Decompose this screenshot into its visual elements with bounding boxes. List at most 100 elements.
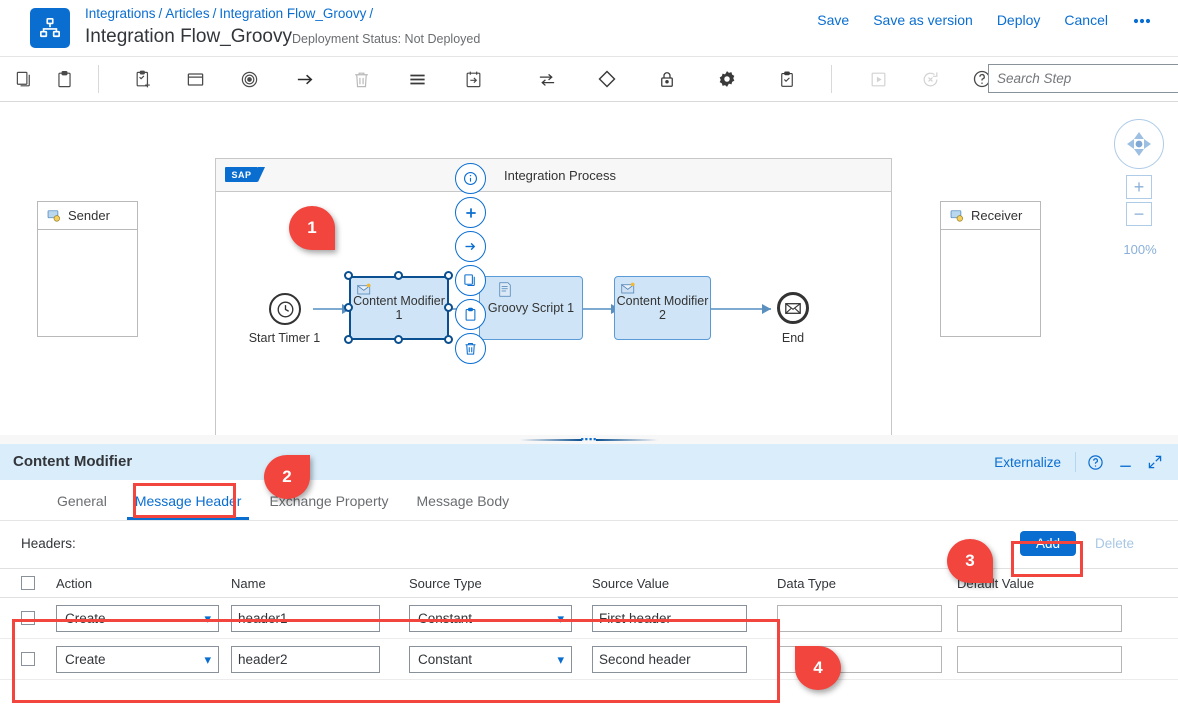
tab-general[interactable]: General bbox=[43, 493, 121, 520]
resize-handle[interactable] bbox=[394, 271, 403, 280]
paste-icon[interactable] bbox=[455, 299, 486, 330]
groovy-script-1-node[interactable]: Groovy Script 1 bbox=[479, 276, 583, 340]
delete-button[interactable]: Delete bbox=[1087, 531, 1142, 556]
panel-title: Content Modifier bbox=[13, 453, 132, 470]
event-icon[interactable] bbox=[229, 62, 269, 96]
breadcrumb-item-articles[interactable]: Articles bbox=[165, 6, 209, 21]
source-value-cell bbox=[592, 646, 777, 673]
zoom-out-button[interactable]: − bbox=[1126, 202, 1152, 226]
receiver-label: Receiver bbox=[971, 208, 1022, 223]
arrow-right-icon[interactable] bbox=[285, 62, 325, 96]
clock-icon bbox=[276, 300, 295, 319]
default-value-input[interactable] bbox=[957, 646, 1122, 673]
action-select[interactable]: Create ▾ bbox=[56, 605, 219, 632]
paste-icon[interactable] bbox=[44, 62, 84, 96]
name-input[interactable] bbox=[231, 605, 380, 632]
receiver-header: Receiver bbox=[941, 202, 1040, 230]
tab-message-body[interactable]: Message Body bbox=[403, 493, 524, 520]
content-modifier-1-node[interactable]: Content Modifier 1 bbox=[349, 276, 449, 340]
row-select-cell bbox=[0, 652, 48, 666]
search-step-container bbox=[988, 64, 1178, 93]
help-icon[interactable] bbox=[1080, 447, 1110, 477]
integration-process-pool[interactable]: SAP Integration Process Start Timer 1 bbox=[215, 158, 892, 435]
source-value-input[interactable] bbox=[592, 605, 747, 632]
resize-handle[interactable] bbox=[344, 271, 353, 280]
copy-icon[interactable] bbox=[455, 265, 486, 296]
resize-handle[interactable] bbox=[444, 335, 453, 344]
transform-icon[interactable] bbox=[527, 62, 567, 96]
maximize-icon[interactable] bbox=[1140, 447, 1170, 477]
start-timer-node[interactable] bbox=[269, 293, 301, 325]
pool-header: SAP Integration Process bbox=[216, 159, 891, 192]
resize-handle[interactable] bbox=[394, 335, 403, 344]
action-cell: Create ▾ bbox=[48, 646, 231, 673]
toolbar-divider bbox=[831, 65, 832, 93]
divider bbox=[1075, 452, 1076, 472]
data-type-input[interactable] bbox=[777, 605, 942, 632]
pool-icon[interactable] bbox=[175, 62, 215, 96]
panel-tabs: General Message Header Exchange Property… bbox=[0, 480, 1178, 521]
row-select-cell bbox=[0, 611, 48, 625]
breadcrumb-item-integrations[interactable]: Integrations bbox=[85, 6, 156, 21]
info-icon[interactable] bbox=[455, 163, 486, 194]
action-select[interactable]: Create ▾ bbox=[56, 646, 219, 673]
resize-handle[interactable] bbox=[344, 303, 353, 312]
tab-message-header[interactable]: Message Header bbox=[121, 493, 256, 520]
source-type-cell: Constant ▾ bbox=[409, 605, 592, 632]
chevron-down-icon: ▾ bbox=[557, 652, 564, 668]
row-checkbox[interactable] bbox=[21, 611, 35, 625]
default-value-input[interactable] bbox=[957, 605, 1122, 632]
add-participant-icon[interactable] bbox=[123, 62, 163, 96]
cancel-button[interactable]: Cancel bbox=[1052, 6, 1120, 34]
splitter-grip[interactable]: ▪▪▪▪ bbox=[581, 434, 598, 444]
validator-icon[interactable] bbox=[767, 62, 807, 96]
end-label: End bbox=[743, 332, 843, 345]
sender-participant[interactable]: Sender bbox=[37, 201, 138, 337]
run-icon[interactable] bbox=[858, 62, 898, 96]
breadcrumb-item-flow[interactable]: Integration Flow_Groovy bbox=[219, 6, 366, 21]
connector-arrow-icon[interactable] bbox=[455, 231, 486, 262]
resize-handle[interactable] bbox=[444, 271, 453, 280]
headers-label: Headers: bbox=[21, 536, 76, 551]
undo-simulate-icon[interactable] bbox=[910, 62, 950, 96]
resize-handle[interactable] bbox=[344, 335, 353, 344]
gear-icon[interactable] bbox=[707, 62, 747, 96]
more-actions-button[interactable] bbox=[1120, 9, 1164, 31]
breadcrumb-separator: / bbox=[369, 6, 373, 21]
save-button[interactable]: Save bbox=[805, 6, 861, 34]
deploy-button[interactable]: Deploy bbox=[985, 6, 1053, 34]
sap-logo: SAP bbox=[225, 167, 258, 182]
panel-splitter[interactable]: ▪▪▪▪ bbox=[0, 435, 1178, 444]
headers-table: Action Name Source Type Source Value Dat… bbox=[0, 568, 1178, 680]
trash-icon[interactable] bbox=[455, 333, 486, 364]
source-type-select[interactable]: Constant ▾ bbox=[409, 605, 572, 632]
zoom-in-button[interactable]: + bbox=[1126, 175, 1152, 199]
select-all-checkbox[interactable] bbox=[21, 576, 35, 590]
copy-icon[interactable] bbox=[4, 62, 44, 96]
menu-icon[interactable] bbox=[397, 62, 437, 96]
resize-handle[interactable] bbox=[444, 303, 453, 312]
process-call-icon[interactable] bbox=[453, 62, 493, 96]
panel-header-actions: Externalize bbox=[984, 444, 1170, 480]
end-node[interactable] bbox=[777, 292, 809, 324]
add-icon[interactable] bbox=[455, 197, 486, 228]
row-checkbox[interactable] bbox=[21, 652, 35, 666]
lock-icon[interactable] bbox=[647, 62, 687, 96]
source-type-select[interactable]: Constant ▾ bbox=[409, 646, 572, 673]
diamond-icon[interactable] bbox=[587, 62, 627, 96]
minimize-icon[interactable] bbox=[1110, 447, 1140, 477]
trash-icon[interactable] bbox=[341, 62, 381, 96]
externalize-button[interactable]: Externalize bbox=[984, 455, 1071, 470]
save-as-version-button[interactable]: Save as version bbox=[861, 6, 985, 34]
name-input[interactable] bbox=[231, 646, 380, 673]
flow-canvas[interactable]: Sender Receiver SAP Integration Process bbox=[0, 102, 1178, 435]
content-modifier-2-node[interactable]: Content Modifier 2 bbox=[614, 276, 711, 340]
receiver-participant[interactable]: Receiver bbox=[940, 201, 1041, 337]
add-button[interactable]: Add bbox=[1020, 531, 1076, 556]
app-header: Integrations/Articles/Integration Flow_G… bbox=[0, 0, 1178, 57]
search-input[interactable] bbox=[988, 64, 1178, 93]
pan-control[interactable] bbox=[1114, 119, 1164, 169]
action-select-value: Create bbox=[65, 652, 106, 667]
source-value-input[interactable] bbox=[592, 646, 747, 673]
column-header-name: Name bbox=[231, 576, 409, 591]
